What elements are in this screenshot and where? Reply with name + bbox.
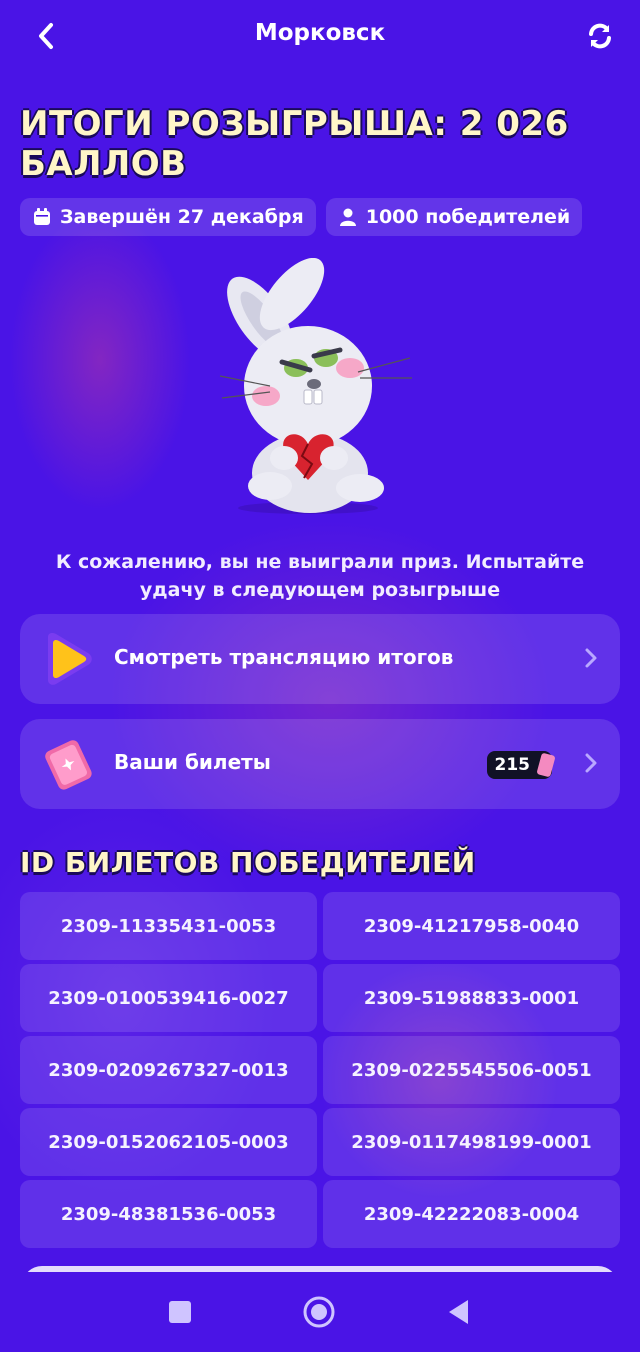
play-icon [48, 633, 92, 685]
your-tickets-label: Ваши билеты [114, 750, 271, 774]
circle-home-icon [303, 1296, 335, 1328]
winner-id: 2309-0209267327-0013 [20, 1036, 317, 1104]
winner-id: 2309-42222083-0004 [323, 1180, 620, 1248]
winner-id: 2309-11335431-0053 [20, 892, 317, 960]
ticket-icon [45, 740, 92, 790]
user-icon [339, 208, 356, 226]
date-chip: Завершён 27 декабря [20, 198, 316, 236]
winners-chip: 1000 победителей [325, 198, 583, 236]
ticket-count-badge: 215 [486, 751, 559, 779]
watch-broadcast-card[interactable]: Смотреть трансляцию итогов [20, 614, 620, 704]
no-win-message: К сожалению, вы не выиграли приз. Испыта… [55, 551, 585, 601]
system-nav-bar [0, 1272, 640, 1352]
winner-id: 2309-0100539416-0027 [20, 964, 317, 1032]
winner-id: 2309-48381536-0053 [20, 1180, 317, 1248]
winner-id: 2309-0117498199-0001 [323, 1108, 620, 1176]
info-chips: Завершён 27 декабря 1000 победителей [20, 198, 583, 236]
winners-section-title: ID БИЛЕТОВ ПОБЕДИТЕЛЕЙ [20, 846, 476, 879]
home-button[interactable] [297, 1290, 341, 1334]
chevron-right-icon [585, 753, 597, 773]
calendar-icon [34, 208, 50, 225]
chevron-right-icon [585, 648, 597, 668]
back-nav-button[interactable] [436, 1290, 480, 1334]
winners-chip-label: 1000 победителей [365, 206, 571, 228]
winner-id: 2309-51988833-0001 [323, 964, 620, 1032]
page-title: Морковск [254, 20, 386, 46]
your-tickets-card[interactable]: Ваши билеты 215 [20, 719, 620, 809]
date-chip-label: Завершён 27 декабря [60, 206, 304, 228]
winner-id: 2309-0152062105-0003 [20, 1108, 317, 1176]
triangle-back-icon [449, 1300, 468, 1324]
winner-ids-grid: 2309-11335431-0053 2309-41217958-0040 23… [20, 892, 620, 1248]
sad-bunny-illustration [219, 258, 412, 514]
top-bar: Морковск [0, 0, 640, 72]
refresh-icon [589, 23, 611, 49]
results-headline: ИТОГИ РОЗЫГРЫША: 2 026 БАЛЛОВ [20, 104, 569, 184]
recents-button[interactable] [158, 1290, 202, 1334]
winner-id: 2309-0225545506-0051 [323, 1036, 620, 1104]
winner-id: 2309-41217958-0040 [323, 892, 620, 960]
watch-broadcast-label: Смотреть трансляцию итогов [114, 645, 454, 669]
square-icon [169, 1301, 191, 1323]
ticket-small-icon [537, 753, 555, 777]
refresh-button[interactable] [582, 18, 618, 54]
